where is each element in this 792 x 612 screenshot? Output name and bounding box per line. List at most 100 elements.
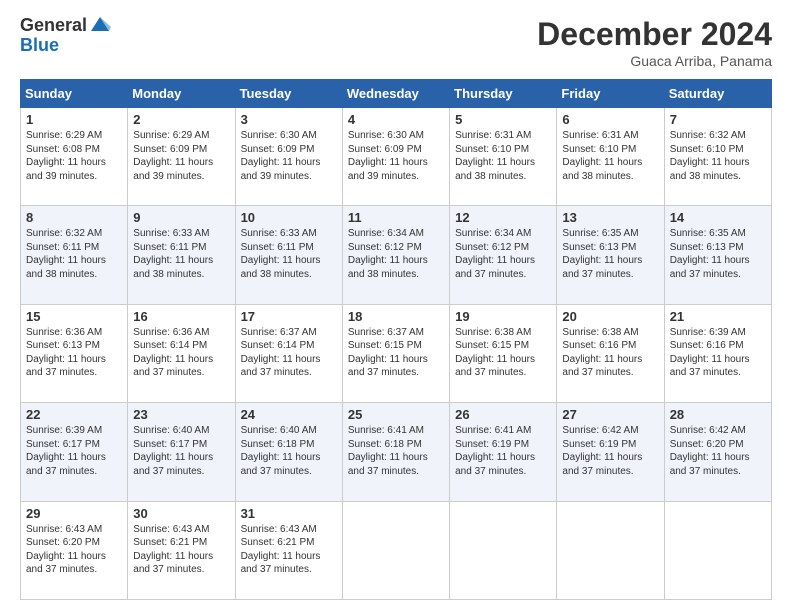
calendar-week-3: 15 Sunrise: 6:36 AMSunset: 6:13 PMDaylig…: [21, 304, 772, 402]
day-info: Sunrise: 6:36 AMSunset: 6:14 PMDaylight:…: [133, 327, 213, 379]
calendar-cell: 11 Sunrise: 6:34 AMSunset: 6:12 PMDaylig…: [342, 206, 449, 304]
day-info: Sunrise: 6:30 AMSunset: 6:09 PMDaylight:…: [348, 130, 428, 182]
calendar-cell: 10 Sunrise: 6:33 AMSunset: 6:11 PMDaylig…: [235, 206, 342, 304]
day-info: Sunrise: 6:29 AMSunset: 6:09 PMDaylight:…: [133, 130, 213, 182]
logo-general: General: [20, 16, 87, 36]
day-number: 17: [241, 309, 337, 324]
day-number: 13: [562, 210, 658, 225]
day-info: Sunrise: 6:35 AMSunset: 6:13 PMDaylight:…: [562, 228, 642, 280]
day-info: Sunrise: 6:40 AMSunset: 6:17 PMDaylight:…: [133, 425, 213, 477]
day-info: Sunrise: 6:30 AMSunset: 6:09 PMDaylight:…: [241, 130, 321, 182]
day-number: 9: [133, 210, 229, 225]
col-sunday: Sunday: [21, 80, 128, 108]
day-info: Sunrise: 6:37 AMSunset: 6:14 PMDaylight:…: [241, 327, 321, 379]
day-number: 19: [455, 309, 551, 324]
day-number: 29: [26, 506, 122, 521]
calendar-cell: 25 Sunrise: 6:41 AMSunset: 6:18 PMDaylig…: [342, 403, 449, 501]
day-number: 16: [133, 309, 229, 324]
day-number: 31: [241, 506, 337, 521]
header: General Blue December 2024 Guaca Arriba,…: [20, 16, 772, 69]
day-number: 2: [133, 112, 229, 127]
page: General Blue December 2024 Guaca Arriba,…: [0, 0, 792, 612]
calendar-cell: 14 Sunrise: 6:35 AMSunset: 6:13 PMDaylig…: [664, 206, 771, 304]
day-info: Sunrise: 6:38 AMSunset: 6:16 PMDaylight:…: [562, 327, 642, 379]
calendar-cell: 16 Sunrise: 6:36 AMSunset: 6:14 PMDaylig…: [128, 304, 235, 402]
day-info: Sunrise: 6:38 AMSunset: 6:15 PMDaylight:…: [455, 327, 535, 379]
col-saturday: Saturday: [664, 80, 771, 108]
calendar-cell: 2 Sunrise: 6:29 AMSunset: 6:09 PMDayligh…: [128, 108, 235, 206]
calendar-cell: 1 Sunrise: 6:29 AMSunset: 6:08 PMDayligh…: [21, 108, 128, 206]
calendar-cell: 22 Sunrise: 6:39 AMSunset: 6:17 PMDaylig…: [21, 403, 128, 501]
calendar-cell: 6 Sunrise: 6:31 AMSunset: 6:10 PMDayligh…: [557, 108, 664, 206]
day-number: 7: [670, 112, 766, 127]
calendar: Sunday Monday Tuesday Wednesday Thursday…: [20, 79, 772, 600]
day-number: 8: [26, 210, 122, 225]
day-number: 30: [133, 506, 229, 521]
day-number: 20: [562, 309, 658, 324]
day-info: Sunrise: 6:33 AMSunset: 6:11 PMDaylight:…: [241, 228, 321, 280]
day-number: 11: [348, 210, 444, 225]
day-info: Sunrise: 6:43 AMSunset: 6:21 PMDaylight:…: [133, 524, 213, 576]
calendar-cell: 29 Sunrise: 6:43 AMSunset: 6:20 PMDaylig…: [21, 501, 128, 599]
day-info: Sunrise: 6:42 AMSunset: 6:19 PMDaylight:…: [562, 425, 642, 477]
calendar-cell: [450, 501, 557, 599]
calendar-cell: 13 Sunrise: 6:35 AMSunset: 6:13 PMDaylig…: [557, 206, 664, 304]
calendar-week-2: 8 Sunrise: 6:32 AMSunset: 6:11 PMDayligh…: [21, 206, 772, 304]
calendar-cell: 18 Sunrise: 6:37 AMSunset: 6:15 PMDaylig…: [342, 304, 449, 402]
day-info: Sunrise: 6:32 AMSunset: 6:11 PMDaylight:…: [26, 228, 106, 280]
calendar-cell: 19 Sunrise: 6:38 AMSunset: 6:15 PMDaylig…: [450, 304, 557, 402]
day-info: Sunrise: 6:43 AMSunset: 6:20 PMDaylight:…: [26, 524, 106, 576]
calendar-cell: 12 Sunrise: 6:34 AMSunset: 6:12 PMDaylig…: [450, 206, 557, 304]
calendar-cell: 30 Sunrise: 6:43 AMSunset: 6:21 PMDaylig…: [128, 501, 235, 599]
calendar-cell: 4 Sunrise: 6:30 AMSunset: 6:09 PMDayligh…: [342, 108, 449, 206]
calendar-cell: 17 Sunrise: 6:37 AMSunset: 6:14 PMDaylig…: [235, 304, 342, 402]
calendar-cell: 27 Sunrise: 6:42 AMSunset: 6:19 PMDaylig…: [557, 403, 664, 501]
day-number: 22: [26, 407, 122, 422]
day-info: Sunrise: 6:42 AMSunset: 6:20 PMDaylight:…: [670, 425, 750, 477]
calendar-week-5: 29 Sunrise: 6:43 AMSunset: 6:20 PMDaylig…: [21, 501, 772, 599]
calendar-cell: 8 Sunrise: 6:32 AMSunset: 6:11 PMDayligh…: [21, 206, 128, 304]
logo-blue: Blue: [20, 36, 111, 56]
day-info: Sunrise: 6:31 AMSunset: 6:10 PMDaylight:…: [562, 130, 642, 182]
day-info: Sunrise: 6:40 AMSunset: 6:18 PMDaylight:…: [241, 425, 321, 477]
logo: General Blue: [20, 16, 111, 56]
calendar-cell: [664, 501, 771, 599]
location: Guaca Arriba, Panama: [537, 53, 772, 69]
day-number: 28: [670, 407, 766, 422]
calendar-week-4: 22 Sunrise: 6:39 AMSunset: 6:17 PMDaylig…: [21, 403, 772, 501]
calendar-cell: 20 Sunrise: 6:38 AMSunset: 6:16 PMDaylig…: [557, 304, 664, 402]
day-info: Sunrise: 6:41 AMSunset: 6:18 PMDaylight:…: [348, 425, 428, 477]
logo-icon: [89, 13, 111, 35]
day-number: 10: [241, 210, 337, 225]
day-info: Sunrise: 6:34 AMSunset: 6:12 PMDaylight:…: [348, 228, 428, 280]
col-wednesday: Wednesday: [342, 80, 449, 108]
day-number: 1: [26, 112, 122, 127]
day-info: Sunrise: 6:39 AMSunset: 6:16 PMDaylight:…: [670, 327, 750, 379]
day-number: 14: [670, 210, 766, 225]
day-info: Sunrise: 6:32 AMSunset: 6:10 PMDaylight:…: [670, 130, 750, 182]
day-info: Sunrise: 6:31 AMSunset: 6:10 PMDaylight:…: [455, 130, 535, 182]
day-info: Sunrise: 6:37 AMSunset: 6:15 PMDaylight:…: [348, 327, 428, 379]
title-block: December 2024 Guaca Arriba, Panama: [537, 16, 772, 69]
day-number: 23: [133, 407, 229, 422]
calendar-cell: 9 Sunrise: 6:33 AMSunset: 6:11 PMDayligh…: [128, 206, 235, 304]
day-number: 27: [562, 407, 658, 422]
calendar-cell: 28 Sunrise: 6:42 AMSunset: 6:20 PMDaylig…: [664, 403, 771, 501]
calendar-cell: 15 Sunrise: 6:36 AMSunset: 6:13 PMDaylig…: [21, 304, 128, 402]
calendar-cell: 5 Sunrise: 6:31 AMSunset: 6:10 PMDayligh…: [450, 108, 557, 206]
calendar-week-1: 1 Sunrise: 6:29 AMSunset: 6:08 PMDayligh…: [21, 108, 772, 206]
day-info: Sunrise: 6:35 AMSunset: 6:13 PMDaylight:…: [670, 228, 750, 280]
day-info: Sunrise: 6:43 AMSunset: 6:21 PMDaylight:…: [241, 524, 321, 576]
calendar-cell: 3 Sunrise: 6:30 AMSunset: 6:09 PMDayligh…: [235, 108, 342, 206]
day-info: Sunrise: 6:39 AMSunset: 6:17 PMDaylight:…: [26, 425, 106, 477]
day-info: Sunrise: 6:29 AMSunset: 6:08 PMDaylight:…: [26, 130, 106, 182]
calendar-header-row: Sunday Monday Tuesday Wednesday Thursday…: [21, 80, 772, 108]
day-info: Sunrise: 6:33 AMSunset: 6:11 PMDaylight:…: [133, 228, 213, 280]
col-tuesday: Tuesday: [235, 80, 342, 108]
day-info: Sunrise: 6:34 AMSunset: 6:12 PMDaylight:…: [455, 228, 535, 280]
day-number: 26: [455, 407, 551, 422]
calendar-cell: 31 Sunrise: 6:43 AMSunset: 6:21 PMDaylig…: [235, 501, 342, 599]
calendar-cell: 23 Sunrise: 6:40 AMSunset: 6:17 PMDaylig…: [128, 403, 235, 501]
day-number: 5: [455, 112, 551, 127]
day-info: Sunrise: 6:41 AMSunset: 6:19 PMDaylight:…: [455, 425, 535, 477]
